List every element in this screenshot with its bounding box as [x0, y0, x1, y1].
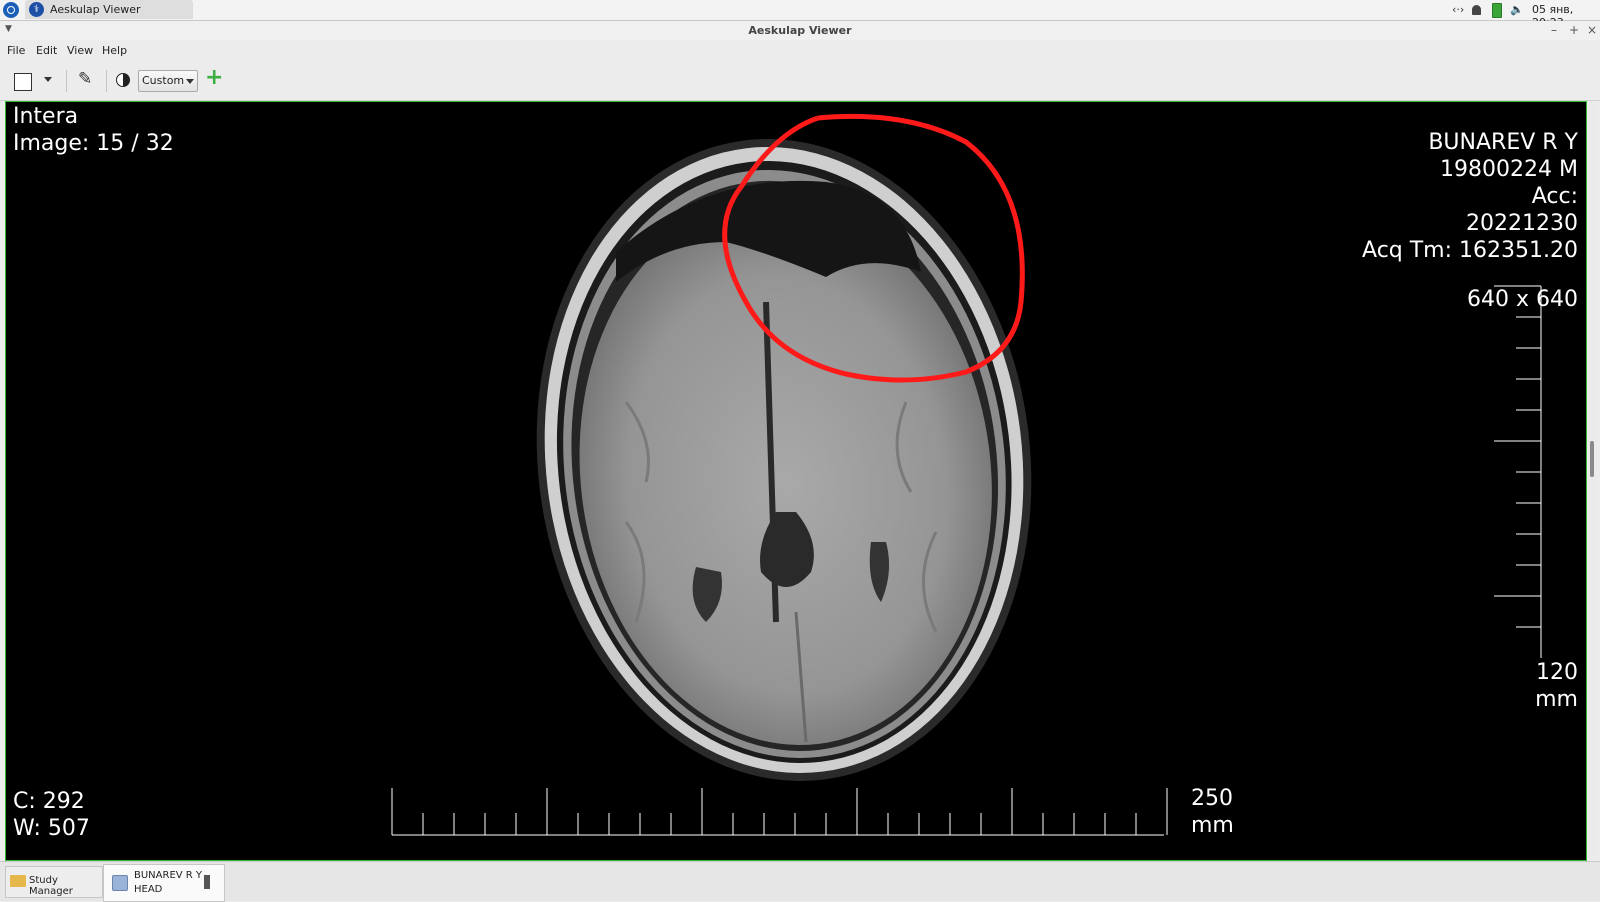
- vertical-scrollbar[interactable]: [1587, 101, 1597, 859]
- accession-label: Acc:: [1531, 184, 1578, 209]
- manufacturer-label: Intera: [13, 104, 79, 129]
- overlay-top-left: Intera Image: 15 / 32: [13, 103, 174, 157]
- network-icon[interactable]: ‹·›: [1452, 3, 1464, 16]
- image-viewport[interactable]: Intera Image: 15 / 32 BUNAREV R Y 198002…: [5, 101, 1587, 861]
- volume-icon[interactable]: 🔈: [1510, 3, 1524, 16]
- rectangle-select-tool-icon[interactable]: [14, 73, 32, 91]
- horizontal-scale: [391, 788, 1168, 836]
- vertical-scale-unit: mm: [1535, 687, 1578, 712]
- window-level-preset-value: Custom: [142, 74, 185, 87]
- menu-file[interactable]: File: [7, 44, 25, 57]
- menu-edit[interactable]: Edit: [36, 44, 57, 57]
- tab-series-patient: BUNAREV R Y: [134, 870, 203, 881]
- add-preset-button[interactable]: +: [205, 65, 223, 90]
- taskbar-window-button[interactable]: ⚕ Aeskulap Viewer: [25, 0, 193, 19]
- tab-series-view[interactable]: BUNAREV R Y HEAD: [103, 864, 225, 902]
- maximize-button[interactable]: +: [1569, 23, 1579, 37]
- patient-name: BUNAREV R Y: [1428, 130, 1578, 155]
- start-menu-icon[interactable]: [3, 2, 19, 18]
- scrollbar-thumb[interactable]: [1590, 441, 1594, 477]
- horizontal-scale-value: 250: [1191, 786, 1233, 811]
- window-titlebar: ▼ Aeskulap Viewer – + ×: [0, 21, 1600, 40]
- menu-bar: File Edit View Help: [0, 41, 1600, 61]
- window-level-icon[interactable]: [116, 73, 130, 87]
- mri-axial-slice: [391, 113, 1542, 836]
- taskbar-window-label: Aeskulap Viewer: [50, 3, 141, 16]
- window-level-preset-select[interactable]: Custom: [138, 70, 198, 92]
- overlay-bottom-left: C: 292 W: 507: [13, 788, 90, 842]
- image-series-icon: [112, 875, 128, 891]
- tool-dropdown-arrow-icon[interactable]: [44, 77, 52, 82]
- chevron-down-icon: [186, 79, 194, 84]
- vertical-scale: [1494, 285, 1542, 658]
- notification-bell-icon[interactable]: [1472, 5, 1481, 15]
- pen-tool-icon[interactable]: ✎: [78, 69, 92, 89]
- tab-close-icon[interactable]: [204, 875, 210, 889]
- close-button[interactable]: ×: [1587, 23, 1597, 37]
- menu-help[interactable]: Help: [102, 44, 127, 57]
- vertical-scale-value: 120: [1536, 660, 1578, 685]
- menu-view[interactable]: View: [67, 44, 93, 57]
- toolbar-separator: [66, 70, 67, 92]
- vertical-scale-label: 120 mm: [1535, 659, 1578, 713]
- horizontal-scale-label: 250 mm: [1191, 785, 1234, 839]
- tab-study-manager[interactable]: Study Manager: [5, 866, 103, 898]
- tab-series-description: HEAD: [134, 884, 163, 895]
- tab-study-manager-label: Study Manager: [29, 875, 73, 897]
- window-title: Aeskulap Viewer: [748, 24, 852, 37]
- overlay-top-right: BUNAREV R Y 19800224 M Acc: 20221230 Acq…: [1362, 129, 1578, 264]
- accession-value: 20221230: [1466, 211, 1578, 236]
- app-icon: ⚕: [29, 2, 44, 17]
- image-dimensions: 640 x 640: [1467, 287, 1578, 312]
- minimize-button[interactable]: –: [1551, 23, 1557, 37]
- system-taskbar: ⚕ Aeskulap Viewer ‹·› 🔈 05 янв, 20:23: [0, 0, 1600, 29]
- folder-icon: [10, 875, 26, 887]
- toolbar: ✎ Custom +: [0, 62, 1600, 101]
- toolbar-separator: [106, 70, 107, 92]
- battery-icon[interactable]: [1492, 3, 1502, 18]
- window-center: C: 292: [13, 789, 85, 814]
- horizontal-scale-unit: mm: [1191, 813, 1234, 838]
- image-counter: Image: 15 / 32: [13, 131, 174, 156]
- bottom-tab-bar: Study Manager BUNAREV R Y HEAD: [0, 861, 1600, 902]
- patient-birth-sex: 19800224 M: [1440, 157, 1578, 182]
- window-width: W: 507: [13, 816, 90, 841]
- acquisition-time: Acq Tm: 162351.20: [1362, 238, 1578, 263]
